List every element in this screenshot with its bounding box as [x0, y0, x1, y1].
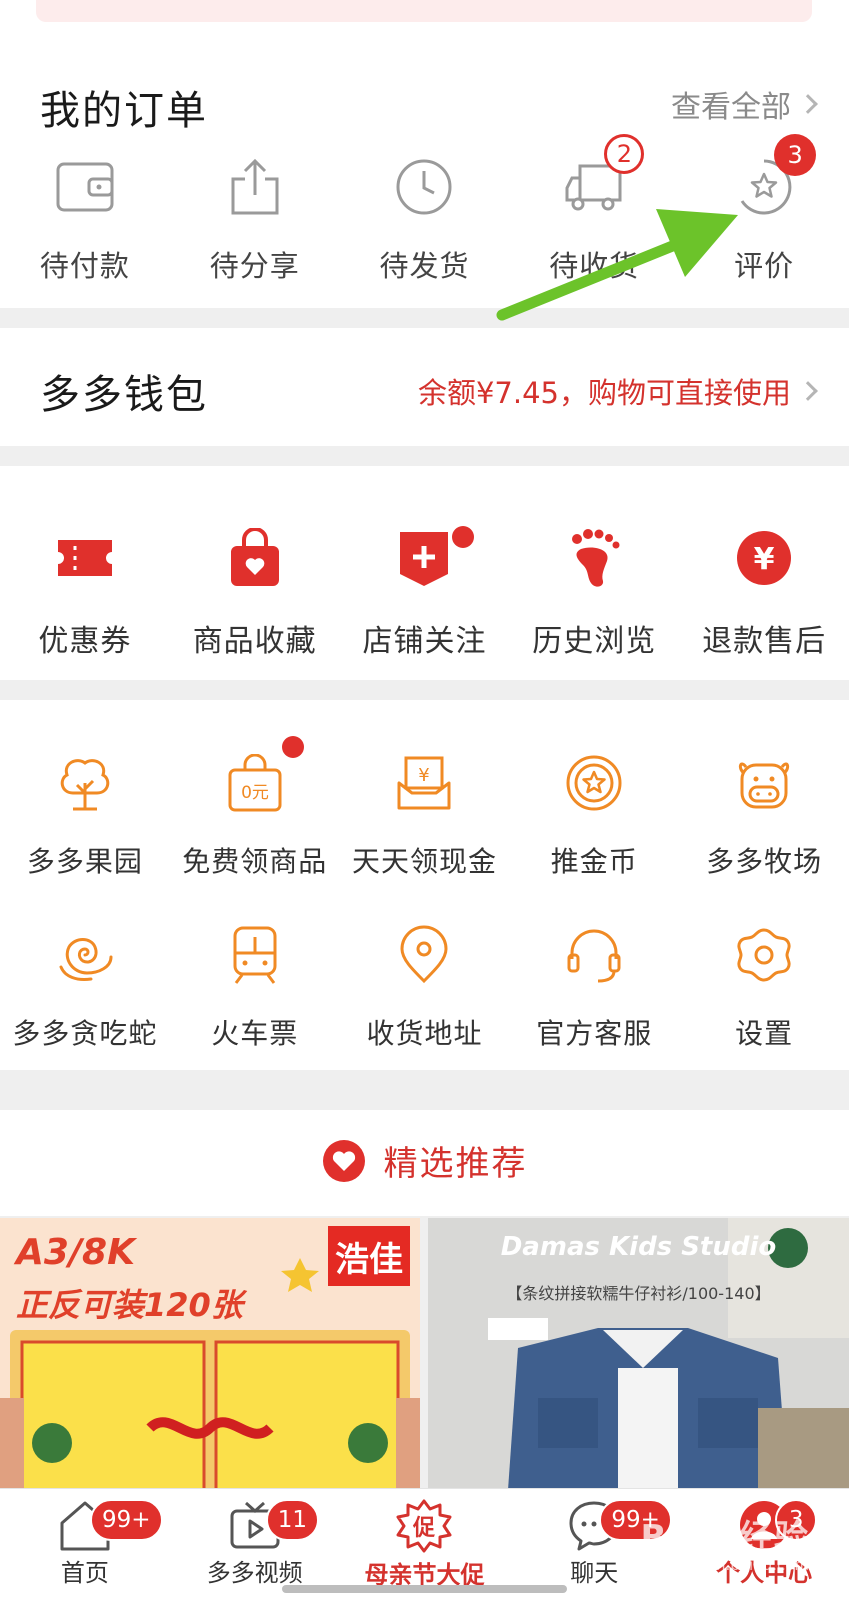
tool-label: 历史浏览: [532, 624, 657, 659]
service-address[interactable]: 收货地址: [340, 912, 510, 1052]
service-daily-cash[interactable]: ¥ 天天领现金: [340, 740, 510, 880]
product-card-left[interactable]: A3/8K 正反可装120张 浩佳: [0, 1218, 420, 1490]
free-goods-dot: [281, 736, 304, 758]
store-follow-dot: [451, 526, 474, 548]
chevron-right-icon: [798, 94, 818, 114]
service-customer-support[interactable]: 官方客服: [509, 912, 679, 1052]
tool-store-follow[interactable]: 店铺关注: [340, 506, 510, 660]
profile-page: 我的订单 查看全部 待付款 待分享 待发货 2 待收货 3 评价 多多钱包 余额…: [0, 0, 849, 1600]
my-orders-card: 我的订单 查看全部 待付款 待分享 待发货 2 待收货 3 评价: [0, 22, 849, 321]
coin-icon: [566, 755, 622, 811]
nav-label: 首页: [60, 1559, 109, 1587]
top-strip: [0, 0, 849, 22]
video-badge: 11: [265, 1499, 320, 1541]
coupon-icon: [57, 540, 112, 576]
service-snake-game[interactable]: 多多贪吃蛇: [0, 912, 170, 1052]
wallet-card[interactable]: 多多钱包 余额¥7.45，购物可直接使用: [0, 328, 849, 446]
service-label: 多多牧场: [706, 845, 823, 878]
settings-gear-icon: [737, 928, 791, 982]
watermark-url: jingyan.baidu.com: [670, 1556, 809, 1574]
service-orchard[interactable]: 多多果园: [0, 740, 170, 880]
store-follow-icon: [400, 532, 449, 586]
tool-history[interactable]: 历史浏览: [509, 506, 679, 660]
review-badge: 3: [774, 134, 817, 176]
product-card-right[interactable]: Damas Kids Studio 【条纹拼接软糯牛仔衬衫/100-140】: [428, 1218, 849, 1490]
product-headline: Damas Kids Studio: [500, 1232, 777, 1262]
order-pending-share[interactable]: 待分享: [170, 137, 340, 285]
tool-label: 优惠券: [38, 624, 132, 659]
cow-icon: [738, 762, 790, 809]
service-ranch[interactable]: 多多牧场: [679, 740, 849, 880]
nav-mothers-day-promo[interactable]: 促 母亲节大促: [340, 1489, 510, 1600]
service-label: 火车票: [211, 1017, 299, 1050]
orders-title: 我的订单: [40, 88, 208, 134]
cash-envelope-icon: ¥: [397, 756, 451, 810]
tool-label: 商品收藏: [192, 624, 317, 659]
nav-home[interactable]: 99+ 首页: [0, 1489, 170, 1600]
service-label: 多多果园: [26, 845, 143, 878]
wallet-title: 多多钱包: [40, 372, 208, 418]
location-pin-icon: [400, 925, 448, 984]
service-train-tickets[interactable]: 火车票: [170, 912, 340, 1052]
product-brand-tag: 浩佳: [328, 1226, 410, 1286]
service-settings[interactable]: 设置: [679, 912, 849, 1052]
service-push-coins[interactable]: 推金币: [509, 740, 679, 880]
svg-text:¥: ¥: [754, 542, 775, 577]
view-all-orders-link[interactable]: 查看全部: [671, 82, 818, 126]
wallet-icon: [56, 162, 114, 212]
order-label: 待分享: [209, 249, 300, 283]
services-card: 多多果园 0元 免费领商品 ¥ 天天领现金 推金币 多多牧场 多多贪吃蛇 火车票…: [0, 700, 849, 1070]
annotation-arrow-icon: [496, 209, 738, 321]
chevron-right-icon: [798, 381, 818, 401]
headset-icon: [567, 929, 621, 983]
order-pending-payment[interactable]: 待付款: [0, 137, 170, 285]
tool-coupons[interactable]: 优惠券: [0, 506, 170, 660]
cash-envelope-icon-text: ¥: [419, 765, 430, 786]
pending-receipt-badge: 2: [604, 134, 645, 174]
service-label: 收货地址: [366, 1017, 483, 1050]
service-label: 推金币: [550, 845, 638, 878]
tree-icon: [60, 759, 110, 811]
train-icon: [233, 926, 277, 984]
wallet-balance-text: 余额¥7.45，购物可直接使用: [417, 376, 791, 410]
service-label: 多多贪吃蛇: [12, 1017, 158, 1050]
nav-video[interactable]: 11 多多视频: [170, 1489, 340, 1600]
clock-icon: [396, 159, 452, 215]
promo-burst-icon-text: 促: [412, 1516, 435, 1541]
free-bag-icon-text: 0元: [241, 783, 269, 803]
order-label: 待发货: [379, 249, 470, 283]
recommend-header: 精选推荐: [0, 1110, 849, 1216]
footprint-icon: [572, 529, 620, 587]
recommend-title: 精选推荐: [383, 1144, 528, 1184]
tool-refund[interactable]: ¥ 退款售后: [679, 506, 849, 660]
heart-icon: [322, 1139, 365, 1182]
product-subline: 正反可装120张: [16, 1286, 243, 1324]
home-indicator[interactable]: [282, 1585, 567, 1593]
promo-burst-icon: 促: [396, 1499, 452, 1553]
tool-label: 退款售后: [702, 624, 827, 659]
favorites-bag-icon: [230, 528, 279, 586]
tool-label: 店铺关注: [362, 624, 487, 659]
watermark-logo: Bai度经验: [640, 1518, 809, 1558]
service-label: 免费领商品: [182, 845, 328, 878]
snake-spiral-icon: [59, 938, 113, 981]
share-icon: [231, 158, 279, 215]
home-badge: 99+: [90, 1499, 163, 1541]
order-label: 待付款: [39, 249, 130, 283]
top-banner-edge: [36, 0, 812, 22]
service-label: 官方客服: [536, 1017, 653, 1050]
nav-label: 多多视频: [206, 1559, 303, 1587]
nav-label: 聊天: [570, 1559, 619, 1587]
free-bag-icon: 0元: [228, 754, 282, 812]
service-label: 设置: [735, 1017, 794, 1050]
product-headline: A3/8K: [16, 1232, 136, 1273]
tool-favorites[interactable]: 商品收藏: [170, 506, 340, 660]
view-all-label: 查看全部: [671, 90, 791, 125]
service-free-goods[interactable]: 0元 免费领商品: [170, 736, 340, 880]
wallet-balance-link[interactable]: 余额¥7.45，购物可直接使用: [417, 370, 818, 412]
service-label: 天天领现金: [351, 845, 497, 878]
refund-yen-icon: ¥: [737, 531, 792, 585]
product-subline: 【条纹拼接软糯牛仔衬衫/100-140】: [506, 1284, 771, 1303]
tools-card: 优惠券 商品收藏 店铺关注 历史浏览 ¥ 退款售后: [0, 466, 849, 680]
